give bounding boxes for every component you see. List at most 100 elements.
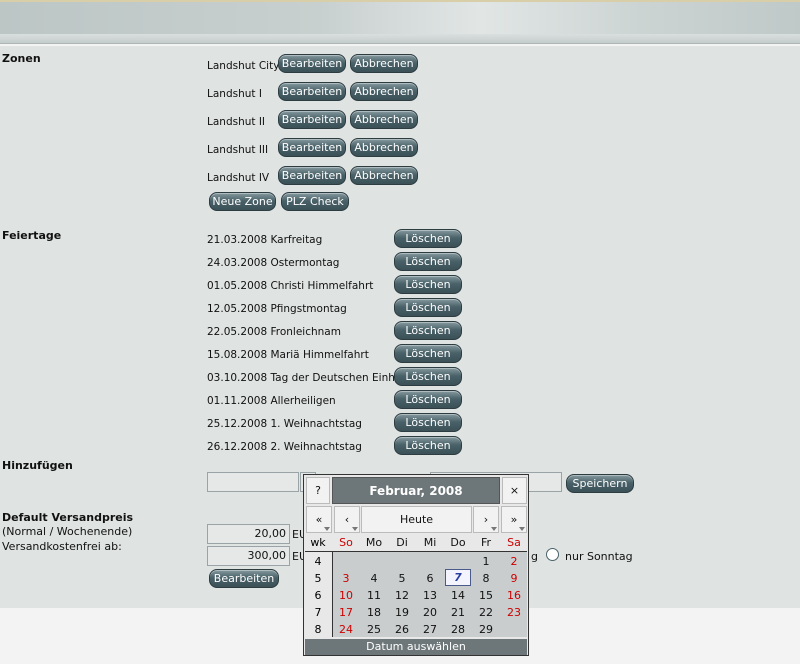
calendar-day[interactable]: 8	[472, 571, 500, 586]
holiday-text: 22.05.2008 Fronleichnam	[207, 326, 341, 338]
hinzufuegen-label: Hinzufügen	[2, 459, 73, 472]
week-number: 5	[314, 572, 322, 585]
calendar-day[interactable]: 21	[444, 605, 472, 620]
calendar-day[interactable]: 19	[388, 605, 416, 620]
holiday-text: 21.03.2008 Karfreitag	[207, 234, 323, 246]
calendar-day[interactable]: 25	[360, 622, 388, 637]
week-number: 4	[314, 555, 322, 568]
zone-name: Landshut IV	[207, 172, 270, 184]
weekday-header: So	[339, 536, 353, 549]
close-icon[interactable]: ×	[502, 477, 527, 504]
zone-cancel-button[interactable]: Abbrechen	[350, 54, 418, 73]
default-price-input[interactable]: 20,00	[207, 524, 290, 544]
zone-cancel-button[interactable]: Abbrechen	[350, 82, 418, 101]
zone-edit-button[interactable]: Bearbeiten	[278, 166, 346, 185]
top-banner	[0, 0, 800, 34]
weekday-header: Fr	[480, 536, 492, 549]
zone-name: Landshut I	[207, 88, 262, 100]
zone-edit-button[interactable]: Bearbeiten	[278, 110, 346, 129]
shipping-edit-button[interactable]: Bearbeiten	[209, 569, 279, 588]
calendar-day[interactable]: 12	[388, 588, 416, 603]
weekday-header: Mi	[423, 536, 437, 549]
today-button[interactable]: Heute	[361, 506, 472, 533]
holiday-text: 15.08.2008 Mariä Himmelfahrt	[207, 349, 369, 361]
help-button[interactable]: ?	[306, 477, 330, 504]
holiday-delete-button[interactable]: Löschen	[394, 298, 462, 317]
radio-nur-sonntag[interactable]	[546, 548, 559, 561]
chevron-down-icon	[491, 527, 497, 531]
zonen-label: Zonen	[2, 52, 41, 65]
radio-label-partial: g	[531, 550, 538, 563]
top-banner-strip	[0, 34, 800, 44]
holiday-delete-button[interactable]: Löschen	[394, 344, 462, 363]
calendar-day[interactable]: 6	[416, 571, 444, 586]
calendar-day[interactable]: 15	[472, 588, 500, 603]
holiday-delete-button[interactable]: Löschen	[394, 229, 462, 248]
zone-name: Landshut III	[207, 144, 269, 156]
holiday-delete-button[interactable]: Löschen	[394, 252, 462, 271]
holiday-delete-button[interactable]: Löschen	[394, 275, 462, 294]
weekday-header: Do	[450, 536, 466, 549]
holiday-text: 12.05.2008 Pfingstmontag	[207, 303, 347, 315]
calendar-day[interactable]: 11	[360, 588, 388, 603]
calendar-day[interactable]: 16	[500, 588, 528, 603]
calendar-day-selected[interactable]: 7	[445, 569, 471, 586]
zone-cancel-button[interactable]: Abbrechen	[350, 138, 418, 157]
holiday-text: 01.11.2008 Allerheiligen	[207, 395, 336, 407]
new-zone-button[interactable]: Neue Zone	[209, 192, 276, 211]
calendar-day[interactable]: 14	[444, 588, 472, 603]
week-number-header: wk	[310, 536, 326, 549]
holiday-text: 03.10.2008 Tag der Deutschen Einheit	[207, 372, 409, 384]
chevron-down-icon	[352, 527, 358, 531]
holiday-date-input[interactable]	[207, 472, 299, 492]
save-button[interactable]: Speichern	[566, 474, 634, 493]
calendar-day[interactable]: 9	[500, 571, 528, 586]
calendar-day[interactable]: 17	[332, 605, 360, 620]
zone-cancel-button[interactable]: Abbrechen	[350, 110, 418, 129]
calendar-day[interactable]: 20	[416, 605, 444, 620]
weekday-header: Di	[396, 536, 408, 549]
holiday-text: 25.12.2008 1. Weihnachtstag	[207, 418, 362, 430]
zone-cancel-button[interactable]: Abbrechen	[350, 166, 418, 185]
holiday-text: 01.05.2008 Christi Himmelfahrt	[207, 280, 374, 292]
holiday-text: 24.03.2008 Ostermontag	[207, 257, 340, 269]
calendar-day[interactable]: 2	[500, 554, 528, 569]
normal-wochenende-label: (Normal / Wochenende)	[2, 525, 133, 538]
versandkostenfrei-label: Versandkostenfrei ab:	[2, 540, 122, 553]
zone-edit-button[interactable]: Bearbeiten	[278, 54, 346, 73]
calendar-day[interactable]: 4	[360, 571, 388, 586]
calendar-day[interactable]: 24	[332, 622, 360, 637]
weekday-header: Mo	[365, 536, 383, 549]
week-number: 8	[314, 623, 322, 636]
zone-name: Landshut II	[207, 116, 266, 128]
calendar-day[interactable]: 22	[472, 605, 500, 620]
radio-label-nur-sonntag: nur Sonntag	[565, 550, 633, 563]
calendar-day[interactable]: 13	[416, 588, 444, 603]
holiday-delete-button[interactable]: Löschen	[394, 436, 462, 455]
calendar-title: Februar, 2008	[332, 477, 500, 504]
calendar-popup: ? Februar, 2008 × « ‹ Heute › » wk So Mo…	[303, 474, 529, 656]
calendar-day[interactable]: 27	[416, 622, 444, 637]
holiday-delete-button[interactable]: Löschen	[394, 367, 462, 386]
week-number: 6	[314, 589, 322, 602]
calendar-day[interactable]: 23	[500, 605, 528, 620]
calendar-day[interactable]: 1	[472, 554, 500, 569]
holiday-delete-button[interactable]: Löschen	[394, 321, 462, 340]
calendar-day[interactable]: 5	[388, 571, 416, 586]
chevron-down-icon	[324, 527, 330, 531]
calendar-day[interactable]: 28	[444, 622, 472, 637]
calendar-day[interactable]: 29	[472, 622, 500, 637]
calendar-day[interactable]: 10	[332, 588, 360, 603]
calendar-day[interactable]: 18	[360, 605, 388, 620]
plz-check-button[interactable]: PLZ Check	[281, 192, 349, 211]
calendar-status-bar: Datum auswählen	[305, 639, 527, 655]
holiday-delete-button[interactable]: Löschen	[394, 390, 462, 409]
holiday-delete-button[interactable]: Löschen	[394, 413, 462, 432]
calendar-day[interactable]: 26	[388, 622, 416, 637]
zone-edit-button[interactable]: Bearbeiten	[278, 138, 346, 157]
zone-edit-button[interactable]: Bearbeiten	[278, 82, 346, 101]
calendar-day[interactable]: 3	[332, 571, 360, 586]
weekday-header: Sa	[507, 536, 521, 549]
default-versandpreis-label: Default Versandpreis	[2, 511, 134, 524]
free-shipping-input[interactable]: 300,00	[207, 546, 290, 566]
